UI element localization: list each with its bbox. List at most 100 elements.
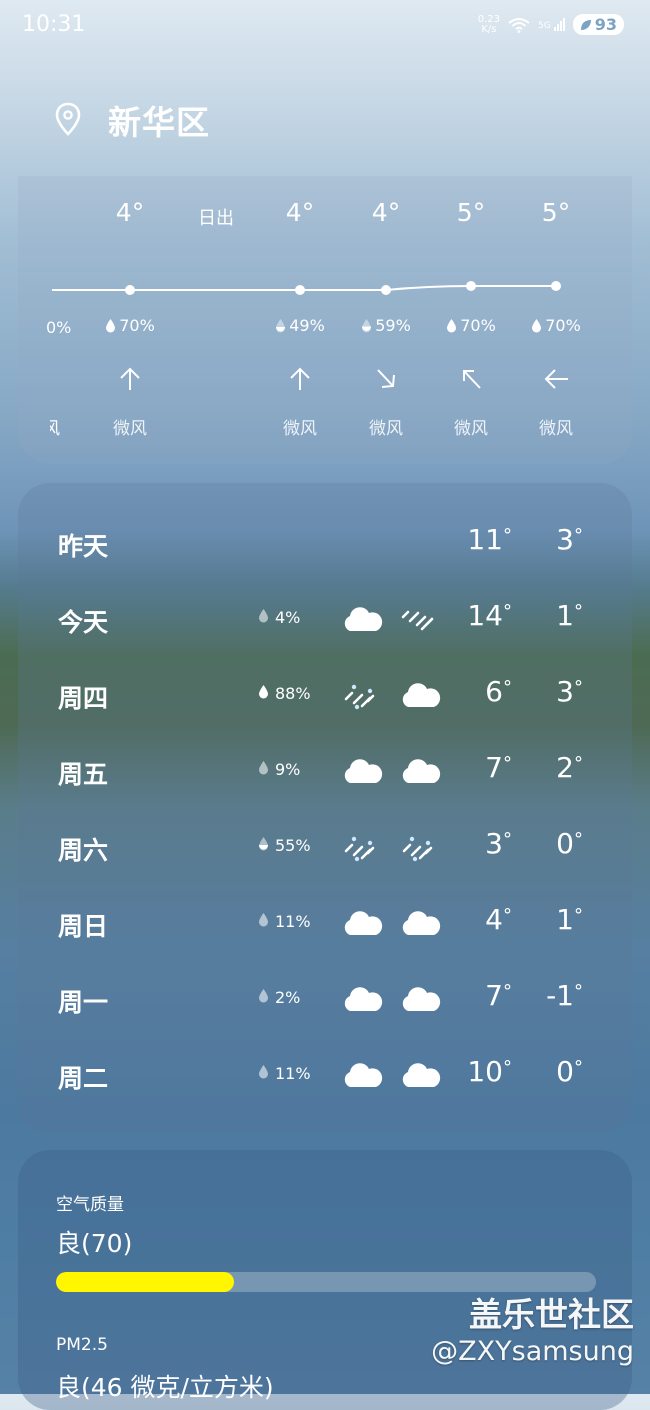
day-name: 周日 — [58, 912, 109, 941]
air-quality-value: 良(70) — [56, 1229, 133, 1258]
hourly-forecast-card[interactable]: 0% 风 4° 日出 4° 4° 5° 5° 70% 49% 59% 70% 7… — [18, 176, 632, 464]
wind-arrow-up-icon — [120, 367, 140, 390]
daily-rain: 11% — [258, 912, 311, 931]
day-name: 今天 — [58, 608, 109, 637]
sunrise-label: 日出 — [198, 208, 234, 229]
daily-rain: 88% — [258, 684, 311, 703]
low-temp: 1° — [556, 599, 583, 632]
rain-icon — [398, 603, 438, 639]
raindrop-icon — [258, 988, 269, 1007]
watermark-handle: @ZXYsamsung — [431, 1336, 634, 1367]
sleet-icon — [340, 679, 380, 715]
cloud-icon — [398, 983, 442, 1019]
status-icons: 0.23 K/s 5G 93 — [478, 14, 624, 35]
daily-row[interactable]: 周四 88% 6° 3° — [18, 675, 632, 715]
air-quality-bar-fill — [56, 1272, 235, 1292]
raindrop-icon — [258, 608, 269, 627]
temp-point — [295, 285, 305, 295]
wifi-icon — [508, 17, 530, 33]
daily-rain: 2% — [258, 988, 300, 1007]
daily-rain: 11% — [258, 1064, 311, 1083]
hourly-temp: 4° — [285, 198, 315, 227]
cloud-icon — [340, 755, 384, 791]
low-temp: 0° — [556, 827, 583, 860]
wind-arrow-up-left-icon — [463, 370, 481, 389]
high-temp: 10° — [467, 1055, 512, 1088]
raindrop-icon — [532, 319, 542, 333]
hourly-wind: 微风 — [113, 419, 147, 439]
cloud-icon — [398, 1059, 442, 1095]
wind-arrow-down-right-icon — [377, 369, 395, 388]
high-temp: 3° — [485, 827, 512, 860]
hourly-wind: 微风 — [283, 419, 317, 439]
net-speed: 0.23 K/s — [477, 13, 501, 35]
daily-rain: 55% — [258, 836, 311, 855]
partial-wind: 风 — [50, 419, 60, 439]
high-temp: 14° — [467, 599, 512, 632]
low-temp: 3° — [556, 675, 583, 708]
watermark-title: 盖乐世社区 — [469, 1295, 634, 1334]
daily-row[interactable]: 周一 2% 7° -1° — [18, 979, 632, 1019]
low-temp: -1° — [546, 979, 583, 1012]
status-time: 10:31 — [22, 12, 86, 37]
high-temp: 7° — [485, 979, 512, 1012]
wind-arrow-left-icon — [544, 369, 568, 389]
pm25-label: PM2.5 — [56, 1335, 108, 1355]
raindrop-icon — [447, 319, 457, 333]
daily-forecast-card[interactable]: 昨天 11° 3° 今天 4% 14° 1° 周四 88% 6° 3° 周五 9% 7° 2° 周六 55% 3°… — [18, 483, 632, 1133]
cloud-icon — [340, 907, 384, 943]
daily-row[interactable]: 周五 9% 7° 2° — [18, 751, 632, 791]
battery-indicator: 93 — [572, 14, 624, 35]
hourly-wind: 微风 — [539, 419, 573, 439]
day-name: 周五 — [58, 760, 109, 789]
air-quality-card[interactable]: 空气质量 良(70) PM2.5 良(46 微克/立方米) — [18, 1150, 632, 1410]
day-name: 昨天 — [58, 532, 109, 561]
hourly-rain: 70% — [426, 316, 516, 335]
hourly-temp: 5° — [541, 198, 571, 227]
signal-icon: 5G — [538, 18, 565, 31]
daily-row[interactable]: 昨天 11° 3° — [18, 523, 632, 563]
sleet-icon — [340, 831, 380, 867]
day-name: 周六 — [58, 836, 109, 865]
cloud-icon — [340, 983, 384, 1019]
location-pin-icon[interactable] — [54, 102, 82, 136]
raindrop-icon — [106, 319, 116, 333]
cloud-icon — [340, 1059, 384, 1095]
daily-row[interactable]: 今天 4% 14° 1° — [18, 599, 632, 639]
low-temp: 1° — [556, 903, 583, 936]
raindrop-icon — [258, 836, 269, 855]
day-name: 周一 — [58, 988, 109, 1017]
temp-point — [466, 281, 476, 291]
daily-rain: 9% — [258, 760, 300, 779]
hourly-rain: 59% — [341, 316, 431, 335]
partial-rain: 0% — [46, 318, 72, 337]
raindrop-icon — [258, 912, 269, 931]
daily-row[interactable]: 周日 11% 4° 1° — [18, 903, 632, 943]
hourly-temp: 4° — [371, 198, 401, 227]
daily-row[interactable]: 周二 11% 10° 0° — [18, 1055, 632, 1095]
raindrop-icon — [258, 1064, 269, 1083]
sleet-icon — [398, 831, 438, 867]
high-temp: 4° — [485, 903, 512, 936]
wind-arrow-up-icon — [290, 367, 310, 390]
raindrop-icon — [258, 760, 269, 779]
hourly-rain: 70% — [511, 316, 601, 335]
low-temp: 3° — [556, 523, 583, 556]
raindrop-half-icon — [276, 319, 286, 333]
temp-point — [381, 285, 391, 295]
low-temp: 0° — [556, 1055, 583, 1088]
raindrop-icon — [258, 684, 269, 703]
location-name[interactable]: 新华区 — [108, 96, 210, 144]
cloud-icon — [398, 679, 442, 715]
daily-row[interactable]: 周六 55% 3° 0° — [18, 827, 632, 867]
temperature-line — [52, 281, 561, 295]
hourly-wind: 微风 — [454, 419, 488, 439]
cloud-icon — [340, 603, 384, 639]
cloud-icon — [398, 907, 442, 943]
cloud-icon — [398, 755, 442, 791]
pm25-value: 良(46 微克/立方米) — [56, 1373, 274, 1402]
day-name: 周四 — [58, 684, 109, 713]
low-temp: 2° — [556, 751, 583, 784]
high-temp: 11° — [467, 523, 512, 556]
daily-rain: 4% — [258, 608, 300, 627]
